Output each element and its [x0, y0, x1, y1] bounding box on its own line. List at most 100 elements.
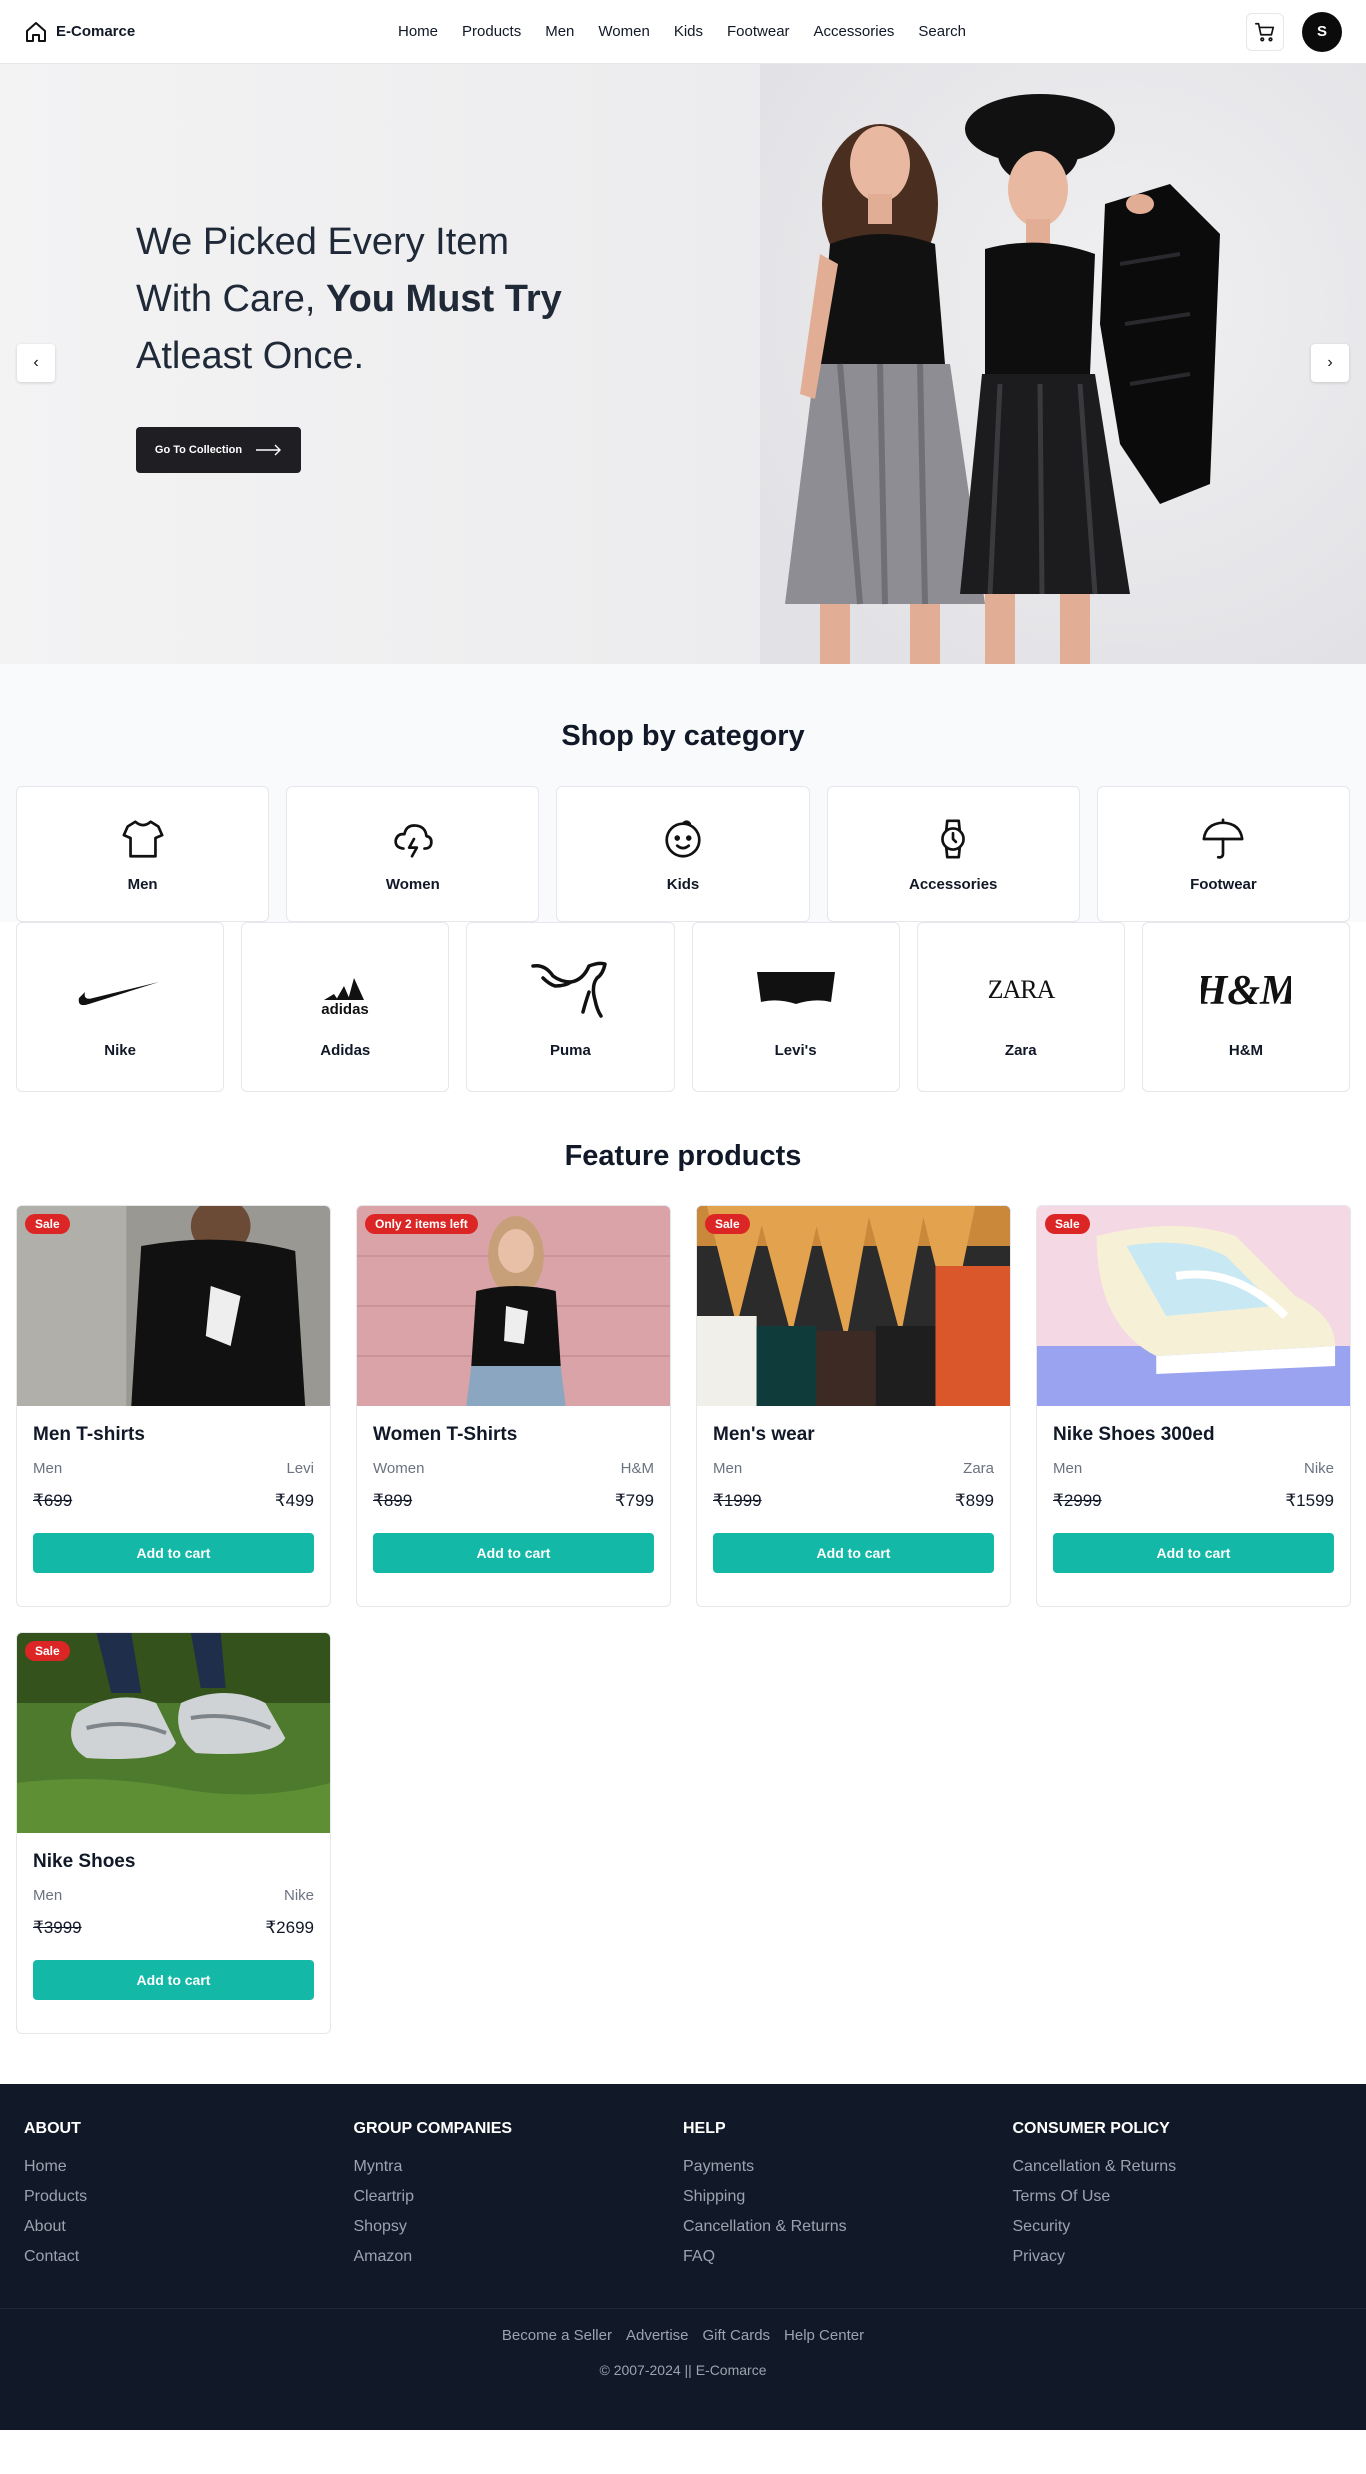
- product-card[interactable]: Sale Nike Shoes Men Nike ₹3999 ₹2699 Add t…: [16, 1632, 331, 2034]
- footer-link[interactable]: About: [24, 2218, 354, 2236]
- footer-link[interactable]: Cleartrip: [354, 2188, 684, 2206]
- footer-link[interactable]: Privacy: [1013, 2248, 1343, 2266]
- footer-link[interactable]: Cancellation & Returns: [1013, 2158, 1343, 2176]
- footer-link[interactable]: Shipping: [683, 2188, 1013, 2206]
- product-card[interactable]: Only 2 items left Women T-Shirts Women H&…: [356, 1205, 671, 1607]
- brand-card-puma[interactable]: Puma: [466, 922, 675, 1092]
- old-price: ₹699: [33, 1491, 73, 1510]
- umbrella-icon: [1202, 817, 1244, 859]
- brand-section: Nike adidas Adidas Puma Levi's ZARA Zara…: [0, 922, 1366, 1092]
- footer-col-help: HELP Payments Shipping Cancellation & Re…: [683, 2120, 1013, 2272]
- category-card-accessories[interactable]: Accessories: [826, 786, 1080, 922]
- footer-link[interactable]: Payments: [683, 2158, 1013, 2176]
- site-footer: ABOUT Home Products About Contact GROUP …: [0, 2084, 1366, 2430]
- levis-logo: [756, 971, 835, 1004]
- user-avatar[interactable]: S: [1302, 11, 1342, 52]
- current-price: ₹499: [274, 1491, 314, 1510]
- brand-label: Nike: [104, 1041, 136, 1059]
- current-price: ₹799: [614, 1491, 654, 1510]
- nav-footwear[interactable]: Footwear: [727, 23, 790, 40]
- brand-card-zara[interactable]: ZARA Zara: [916, 922, 1125, 1092]
- cta-label: Go To Collection: [154, 444, 243, 456]
- product-body: Nike Shoes 300ed Men Nike ₹2999 ₹1599 Add …: [1037, 1406, 1350, 1573]
- svg-text:adidas: adidas: [321, 1001, 369, 1018]
- old-price: ₹2999: [1053, 1491, 1102, 1510]
- product-name: Women T-Shirts: [373, 1424, 518, 1445]
- category-label: Women: [385, 875, 440, 893]
- nav-accessories[interactable]: Accessories: [814, 23, 895, 40]
- header-actions: S: [1246, 11, 1342, 52]
- nav-search[interactable]: Search: [918, 23, 966, 40]
- brand-card-adidas[interactable]: adidas Adidas: [241, 922, 450, 1092]
- next-slide-button[interactable]: ›: [1311, 344, 1349, 382]
- old-price: ₹1999: [713, 1491, 762, 1510]
- brand-grid: Nike adidas Adidas Puma Levi's ZARA Zara…: [0, 922, 1366, 1092]
- product-brand: H&M: [620, 1460, 654, 1477]
- add-to-cart-button[interactable]: Add to cart: [33, 1960, 314, 2000]
- hero-banner: We Picked Every Item With Care, You Must…: [0, 64, 1366, 664]
- add-to-cart-button[interactable]: Add to cart: [373, 1533, 654, 1573]
- product-category: Men: [1053, 1460, 1083, 1477]
- hero-line-2-prefix: With Care,: [136, 278, 327, 320]
- advertise-link[interactable]: Advertise: [626, 2327, 689, 2344]
- product-image: Sale: [17, 1633, 330, 1833]
- product-card[interactable]: Sale Nike Shoes 300ed Men Nike ₹2999 ₹1599…: [1036, 1205, 1351, 1607]
- product-name: Men's wear: [713, 1424, 815, 1445]
- cart-button[interactable]: [1246, 12, 1284, 51]
- nav-kids[interactable]: Kids: [674, 23, 703, 40]
- category-card-kids[interactable]: Kids: [556, 786, 810, 922]
- old-price: ₹899: [373, 1491, 413, 1510]
- product-card[interactable]: Sale Men's wear Men Zara ₹1999 ₹899 Add to…: [696, 1205, 1011, 1607]
- brand-card-nike[interactable]: Nike: [16, 922, 225, 1092]
- become-seller-link[interactable]: Become a Seller: [502, 2327, 612, 2344]
- footer-link[interactable]: Products: [24, 2188, 354, 2206]
- puma-logo: [531, 961, 608, 1018]
- footer-link[interactable]: Cancellation & Returns: [683, 2218, 1013, 2236]
- sale-badge: Sale: [25, 1214, 70, 1234]
- go-to-collection-button[interactable]: Go To Collection: [136, 427, 301, 473]
- footer-link[interactable]: Security: [1013, 2218, 1343, 2236]
- arrow-right-icon: [256, 444, 282, 456]
- nike-logo: [78, 981, 160, 1005]
- product-image: Sale: [697, 1206, 1010, 1406]
- category-title: Shop by category: [561, 720, 805, 752]
- product-grid: Sale Men T-shirts Men Levi ₹699 ₹499 Add t…: [0, 1205, 1366, 2034]
- product-brand: Nike: [283, 1887, 314, 1904]
- add-to-cart-button[interactable]: Add to cart: [1053, 1533, 1334, 1573]
- sale-badge: Sale: [25, 1641, 70, 1661]
- help-center-link[interactable]: Help Center: [784, 2327, 864, 2344]
- footer-link[interactable]: Terms Of Use: [1013, 2188, 1343, 2206]
- footer-link[interactable]: FAQ: [683, 2248, 1013, 2266]
- category-card-women[interactable]: Women: [286, 786, 540, 922]
- product-price: ₹899 ₹799: [373, 1491, 654, 1511]
- add-to-cart-button[interactable]: Add to cart: [713, 1533, 994, 1573]
- smile-icon: [665, 819, 701, 858]
- brand-card-hm[interactable]: H&M H&M: [1141, 922, 1351, 1092]
- gift-cards-link[interactable]: Gift Cards: [703, 2327, 771, 2344]
- nav-women[interactable]: Women: [598, 23, 649, 40]
- prev-slide-button[interactable]: ‹: [17, 344, 55, 382]
- category-card-footwear[interactable]: Footwear: [1096, 786, 1351, 922]
- category-card-men[interactable]: Men: [16, 786, 270, 922]
- footer-link[interactable]: Myntra: [354, 2158, 684, 2176]
- hm-logo: H&M: [1201, 968, 1291, 1014]
- product-category: Men: [33, 1887, 63, 1904]
- add-to-cart-button[interactable]: Add to cart: [33, 1533, 314, 1573]
- nav-products[interactable]: Products: [462, 23, 521, 40]
- nav-men[interactable]: Men: [545, 23, 574, 40]
- brand-logo[interactable]: E-Comarce: [24, 20, 135, 44]
- stock-badge: Only 2 items left: [365, 1214, 478, 1234]
- product-price: ₹3999 ₹2699: [33, 1918, 314, 1938]
- footer-link[interactable]: Shopsy: [354, 2218, 684, 2236]
- product-category: Men: [33, 1460, 63, 1477]
- product-meta: Men Zara: [713, 1460, 994, 1477]
- women-tshirt-photo: [357, 1206, 670, 1406]
- footer-link[interactable]: Amazon: [354, 2248, 684, 2266]
- product-card[interactable]: Sale Men T-shirts Men Levi ₹699 ₹499 Add t…: [16, 1205, 331, 1607]
- footer-col-about: ABOUT Home Products About Contact: [24, 2120, 354, 2272]
- nav-home[interactable]: Home: [398, 23, 438, 40]
- footer-link[interactable]: Contact: [24, 2248, 354, 2266]
- footer-link[interactable]: Home: [24, 2158, 354, 2176]
- brand-card-levis[interactable]: Levi's: [691, 922, 900, 1092]
- watch-icon: [941, 818, 966, 859]
